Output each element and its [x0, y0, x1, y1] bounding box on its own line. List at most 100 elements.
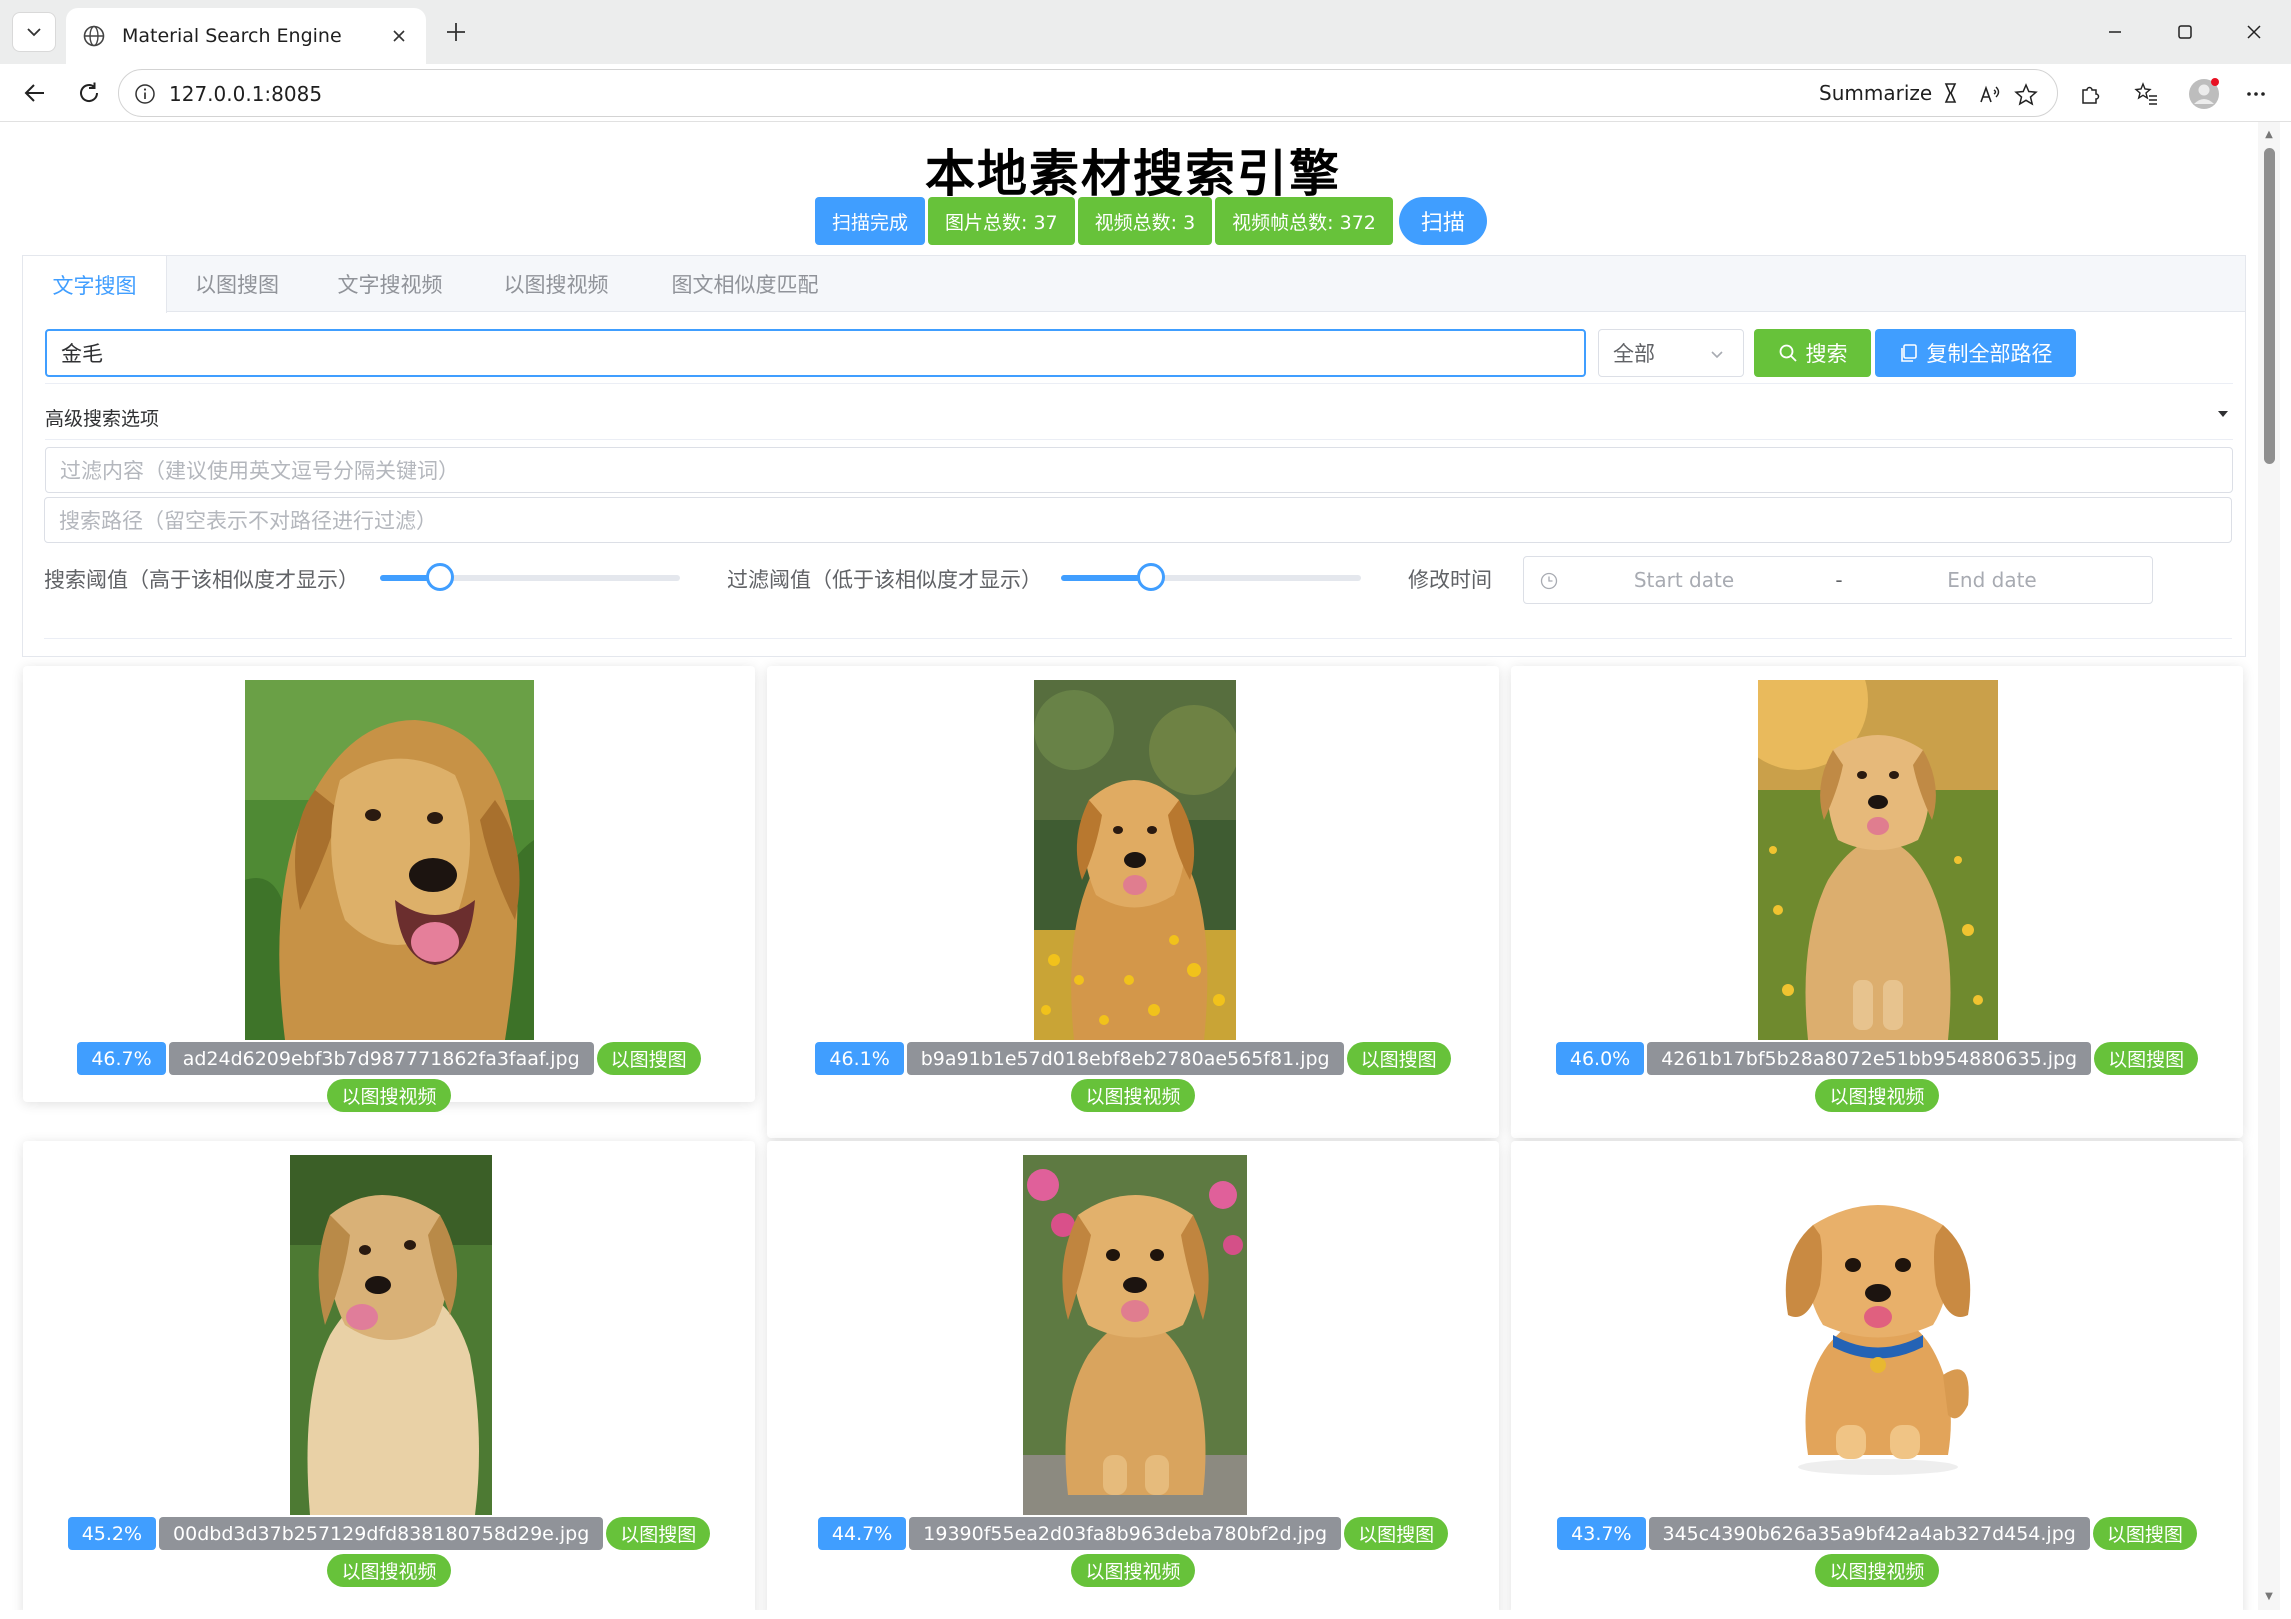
- search-video-by-image-button[interactable]: 以图搜视频: [1071, 1554, 1195, 1587]
- search-by-image-button[interactable]: 以图搜图: [606, 1517, 711, 1550]
- file-name[interactable]: b9a91b1e57d018ebf8eb2780ae565f81.jpg: [906, 1042, 1344, 1075]
- slider-handle[interactable]: [1137, 563, 1165, 591]
- favorite-star-icon[interactable]: [2011, 80, 2041, 110]
- tab-text-image-similarity[interactable]: 图文相似度匹配: [639, 256, 851, 312]
- browser-chrome: Material Search Engine 127.0.0.1:8085 Su…: [0, 0, 2291, 122]
- scope-select[interactable]: 全部: [1598, 329, 1744, 377]
- scroll-down-icon[interactable]: ▼: [2263, 1590, 2275, 1602]
- profile-button[interactable]: [2184, 74, 2224, 114]
- similarity-score: 46.7%: [77, 1042, 166, 1075]
- search-video-by-image-button[interactable]: 以图搜视频: [1071, 1079, 1195, 1112]
- search-button[interactable]: 搜索: [1754, 329, 1871, 377]
- result-image[interactable]: [290, 1155, 492, 1515]
- page-viewport: 本地素材搜索引擎 扫描完成 图片总数: 37 视频总数: 3 视频帧总数: 37…: [12, 122, 2254, 1610]
- copilot-icon: [1944, 83, 1957, 103]
- scrollbar-thumb[interactable]: [2264, 148, 2275, 464]
- search-path-input[interactable]: 搜索路径（留空表示不对路径进行过滤）: [44, 497, 2232, 543]
- globe-icon: [80, 22, 108, 50]
- new-tab-button[interactable]: [438, 14, 474, 50]
- summarize-label: Summarize: [1819, 81, 1933, 105]
- result-card: 46.1% b9a91b1e57d018ebf8eb2780ae565f81.j…: [767, 666, 1499, 1138]
- tab-image-to-image[interactable]: 以图搜图: [167, 256, 307, 312]
- advanced-options-toggle[interactable]: 高级搜索选项: [45, 404, 159, 431]
- result-image[interactable]: [1023, 1155, 1247, 1515]
- similarity-score: 46.0%: [1555, 1042, 1645, 1075]
- tab-text-to-video[interactable]: 文字搜视频: [307, 256, 473, 312]
- tab-list-button[interactable]: [12, 12, 56, 52]
- divider: [44, 638, 2232, 639]
- result-image[interactable]: [1758, 1155, 1998, 1515]
- file-name[interactable]: 345c4390b626a35a9bf42a4ab327d454.jpg: [1648, 1517, 2090, 1550]
- status-bar: 扫描完成 图片总数: 37 视频总数: 3 视频帧总数: 372 扫描: [815, 197, 1487, 245]
- search-threshold-slider[interactable]: [380, 563, 680, 591]
- maximize-button[interactable]: [2157, 10, 2213, 54]
- search-video-by-image-button[interactable]: 以图搜视频: [327, 1079, 451, 1112]
- search-by-image-button[interactable]: 以图搜图: [2092, 1517, 2197, 1550]
- search-by-image-button[interactable]: 以图搜图: [1346, 1042, 1451, 1075]
- filter-threshold-label: 过滤阈值（低于该相似度才显示）: [727, 568, 1042, 592]
- result-card: 44.7% 19390f55ea2d03fa8b963deba780bf2d.j…: [767, 1141, 1499, 1610]
- similarity-score: 44.7%: [817, 1517, 907, 1550]
- summarize-button[interactable]: Summarize: [1819, 80, 1964, 106]
- caret-down-icon[interactable]: [2213, 404, 2233, 424]
- search-by-image-button[interactable]: 以图搜图: [596, 1042, 701, 1075]
- browser-tab[interactable]: Material Search Engine: [66, 8, 426, 64]
- file-name[interactable]: ad24d6209ebf3b7d987771862fa3faaf.jpg: [168, 1042, 594, 1075]
- scroll-up-icon[interactable]: ▲: [2263, 128, 2275, 140]
- close-tab-icon[interactable]: [386, 23, 412, 49]
- result-image[interactable]: [1034, 680, 1236, 1040]
- search-by-image-button[interactable]: 以图搜图: [1344, 1517, 1449, 1550]
- result-image[interactable]: [1758, 680, 1998, 1040]
- image-total-badge: 图片总数: 37: [928, 197, 1075, 245]
- scan-button[interactable]: 扫描: [1398, 197, 1487, 245]
- minimize-icon: [2109, 31, 2121, 33]
- result-meta: 46.0% 4261b17bf5b28a8072e51bb954880635.j…: [1511, 1042, 2243, 1112]
- plus-icon: [447, 23, 465, 41]
- search-by-image-button[interactable]: 以图搜图: [2094, 1042, 2199, 1075]
- result-image[interactable]: [245, 680, 534, 1040]
- extensions-button[interactable]: [2070, 74, 2110, 114]
- video-total-badge: 视频总数: 3: [1077, 197, 1213, 245]
- puzzle-icon: [2082, 86, 2100, 104]
- result-meta: 43.7% 345c4390b626a35a9bf42a4ab327d454.j…: [1511, 1517, 2243, 1587]
- back-button[interactable]: [14, 72, 56, 114]
- read-aloud-icon[interactable]: [1975, 80, 2005, 110]
- tab-image-to-video[interactable]: 以图搜视频: [473, 256, 639, 312]
- file-name[interactable]: 19390f55ea2d03fa8b963deba780bf2d.jpg: [909, 1517, 1342, 1550]
- result-meta: 45.2% 00dbd3d37b257129dfd838180758d29e.j…: [23, 1517, 755, 1587]
- tab-strip: Material Search Engine: [0, 0, 2291, 64]
- info-icon[interactable]: [131, 80, 159, 108]
- search-input[interactable]: 金毛: [45, 329, 1586, 377]
- avatar: [2189, 78, 2219, 109]
- page-scrollbar[interactable]: ▲ ▼: [2258, 122, 2280, 1610]
- result-card: 46.7% ad24d6209ebf3b7d987771862fa3faaf.j…: [23, 666, 755, 1112]
- more-menu-button[interactable]: [2236, 74, 2276, 114]
- search-button-label: 搜索: [1805, 342, 1848, 366]
- file-name[interactable]: 00dbd3d37b257129dfd838180758d29e.jpg: [159, 1517, 604, 1550]
- search-video-by-image-button[interactable]: 以图搜视频: [1815, 1554, 1939, 1587]
- tab-title: Material Search Engine: [122, 25, 342, 47]
- copy-all-paths-button[interactable]: 复制全部路径: [1875, 329, 2076, 377]
- tab-text-to-image[interactable]: 文字搜图: [23, 256, 167, 313]
- refresh-button[interactable]: [68, 72, 110, 114]
- scope-select-value: 全部: [1613, 342, 1655, 366]
- close-window-button[interactable]: [2226, 10, 2282, 54]
- address-bar[interactable]: 127.0.0.1:8085 Summarize: [118, 69, 2058, 117]
- search-icon: [1779, 344, 1797, 362]
- filter-threshold-slider[interactable]: [1061, 563, 1361, 591]
- date-separator: -: [1835, 568, 1843, 592]
- slider-handle[interactable]: [426, 563, 454, 591]
- result-meta: 46.7% ad24d6209ebf3b7d987771862fa3faaf.j…: [23, 1042, 755, 1112]
- minimize-button[interactable]: [2087, 10, 2143, 54]
- date-range-picker[interactable]: Start date - End date: [1523, 556, 2153, 604]
- end-date-input[interactable]: End date: [1892, 568, 2092, 592]
- search-video-by-image-button[interactable]: 以图搜视频: [327, 1554, 451, 1587]
- favorites-button[interactable]: [2126, 74, 2166, 114]
- page-title: 本地素材搜索引擎: [925, 145, 1341, 203]
- filter-content-input[interactable]: 过滤内容（建议使用英文逗号分隔关键词）: [45, 447, 2233, 493]
- start-date-input[interactable]: Start date: [1584, 568, 1784, 592]
- search-video-by-image-button[interactable]: 以图搜视频: [1815, 1079, 1939, 1112]
- result-meta: 44.7% 19390f55ea2d03fa8b963deba780bf2d.j…: [767, 1517, 1499, 1587]
- divider: [45, 439, 2233, 440]
- file-name[interactable]: 4261b17bf5b28a8072e51bb954880635.jpg: [1647, 1042, 2092, 1075]
